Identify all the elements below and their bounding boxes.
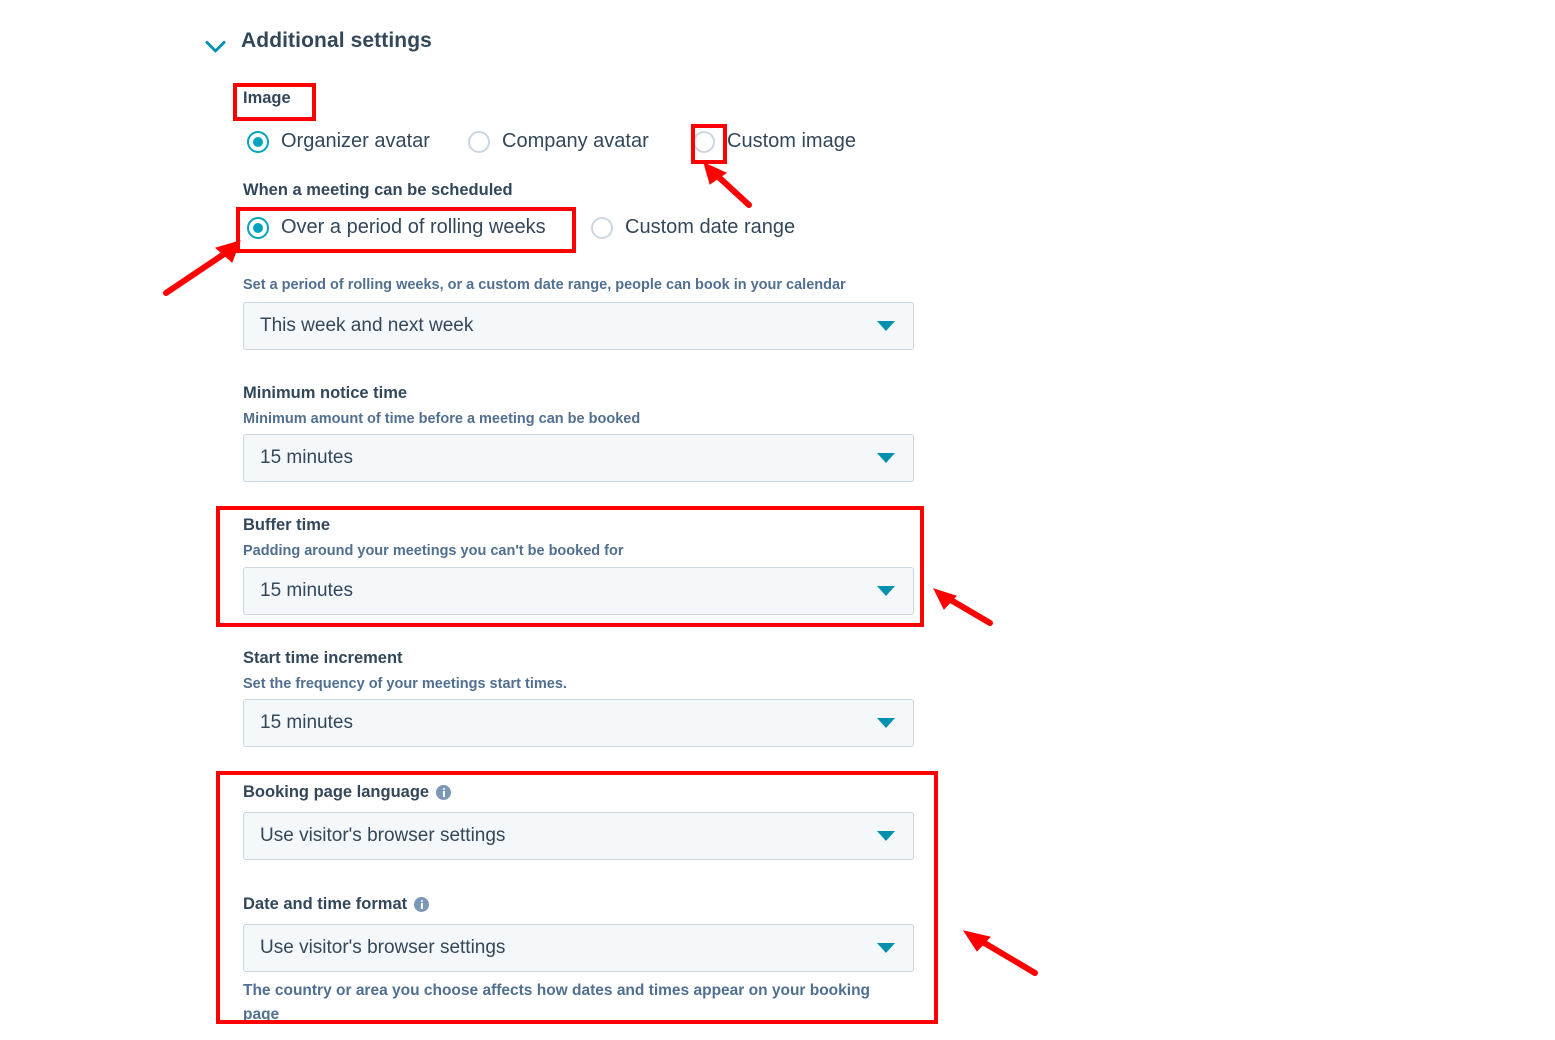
arrow-to-date-format <box>962 930 1038 976</box>
radio-label: Organizer avatar <box>281 130 430 152</box>
select-value: Use visitor's browser settings <box>260 825 506 846</box>
scheduling-window-radio-group[interactable]: Over a period of rolling weeks Custom da… <box>247 216 795 239</box>
radio-label: Company avatar <box>502 130 649 152</box>
booking-page-language-select[interactable]: Use visitor's browser settings <box>243 812 914 860</box>
chevron-down-icon[interactable] <box>877 453 895 463</box>
info-icon[interactable] <box>414 897 430 913</box>
info-icon[interactable] <box>436 785 452 801</box>
date-and-time-format-select[interactable]: Use visitor's browser settings <box>243 924 914 972</box>
radio-indicator[interactable] <box>247 130 269 153</box>
radio-company-avatar[interactable]: Company avatar <box>468 130 693 153</box>
image-field-label: Image <box>243 89 291 107</box>
date-and-time-format-help: The country or area you choose affects h… <box>243 982 871 1024</box>
start-time-increment-label: Start time increment <box>243 649 403 667</box>
radio-custom-image[interactable]: Custom image <box>693 130 856 153</box>
radio-rolling-weeks[interactable]: Over a period of rolling weeks <box>247 216 591 239</box>
chevron-down-icon[interactable] <box>877 321 895 331</box>
buffer-time-select[interactable]: 15 minutes <box>243 567 914 615</box>
section-title: Additional settings <box>241 29 432 52</box>
scheduling-window-label: When a meeting can be scheduled <box>243 181 513 199</box>
radio-label: Custom date range <box>625 216 796 238</box>
radio-organizer-avatar[interactable]: Organizer avatar <box>247 130 468 153</box>
buffer-time-help: Padding around your meetings you can't b… <box>243 543 624 559</box>
additional-settings-header[interactable]: Additional settings <box>205 29 432 53</box>
arrow-to-rolling-weeks-radio <box>163 240 241 296</box>
buffer-time-label: Buffer time <box>243 516 331 534</box>
chevron-down-icon[interactable] <box>205 30 227 52</box>
arrow-to-buffer-time <box>933 588 993 626</box>
chevron-down-icon[interactable] <box>877 831 895 841</box>
radio-indicator[interactable] <box>591 216 613 239</box>
chevron-down-icon[interactable] <box>877 718 895 728</box>
booking-page-language-label-wrap: Booking page language <box>243 782 452 803</box>
minimum-notice-time-help: Minimum amount of time before a meeting … <box>243 411 641 427</box>
select-value: 15 minutes <box>260 580 353 601</box>
date-and-time-format-label: Date and time format <box>243 895 408 913</box>
scheduling-window-help: Set a period of rolling weeks, or a cust… <box>243 277 846 293</box>
radio-label: Over a period of rolling weeks <box>281 216 546 238</box>
minimum-notice-time-select[interactable]: 15 minutes <box>243 434 914 482</box>
start-time-increment-help: Set the frequency of your meetings start… <box>243 676 567 692</box>
select-value: This week and next week <box>260 315 474 336</box>
radio-label: Custom image <box>727 130 856 152</box>
chevron-down-icon[interactable] <box>877 943 895 953</box>
chevron-down-icon[interactable] <box>877 586 895 596</box>
scheduling-window-select[interactable]: This week and next week <box>243 302 914 350</box>
arrow-to-custom-image-radio <box>703 162 752 208</box>
image-field-label-wrap: Image <box>243 88 291 109</box>
select-value: Use visitor's browser settings <box>260 937 506 958</box>
radio-indicator[interactable] <box>468 130 490 153</box>
radio-indicator[interactable] <box>247 216 269 239</box>
start-time-increment-select[interactable]: 15 minutes <box>243 699 914 747</box>
radio-custom-date-range[interactable]: Custom date range <box>591 216 795 239</box>
minimum-notice-time-label: Minimum notice time <box>243 384 408 402</box>
date-and-time-format-label-wrap: Date and time format <box>243 894 430 915</box>
select-value: 15 minutes <box>260 447 353 468</box>
booking-page-language-label: Booking page language <box>243 783 430 801</box>
radio-indicator[interactable] <box>693 130 715 153</box>
image-radio-group[interactable]: Organizer avatar Company avatar Custom i… <box>247 130 856 153</box>
select-value: 15 minutes <box>260 712 353 733</box>
